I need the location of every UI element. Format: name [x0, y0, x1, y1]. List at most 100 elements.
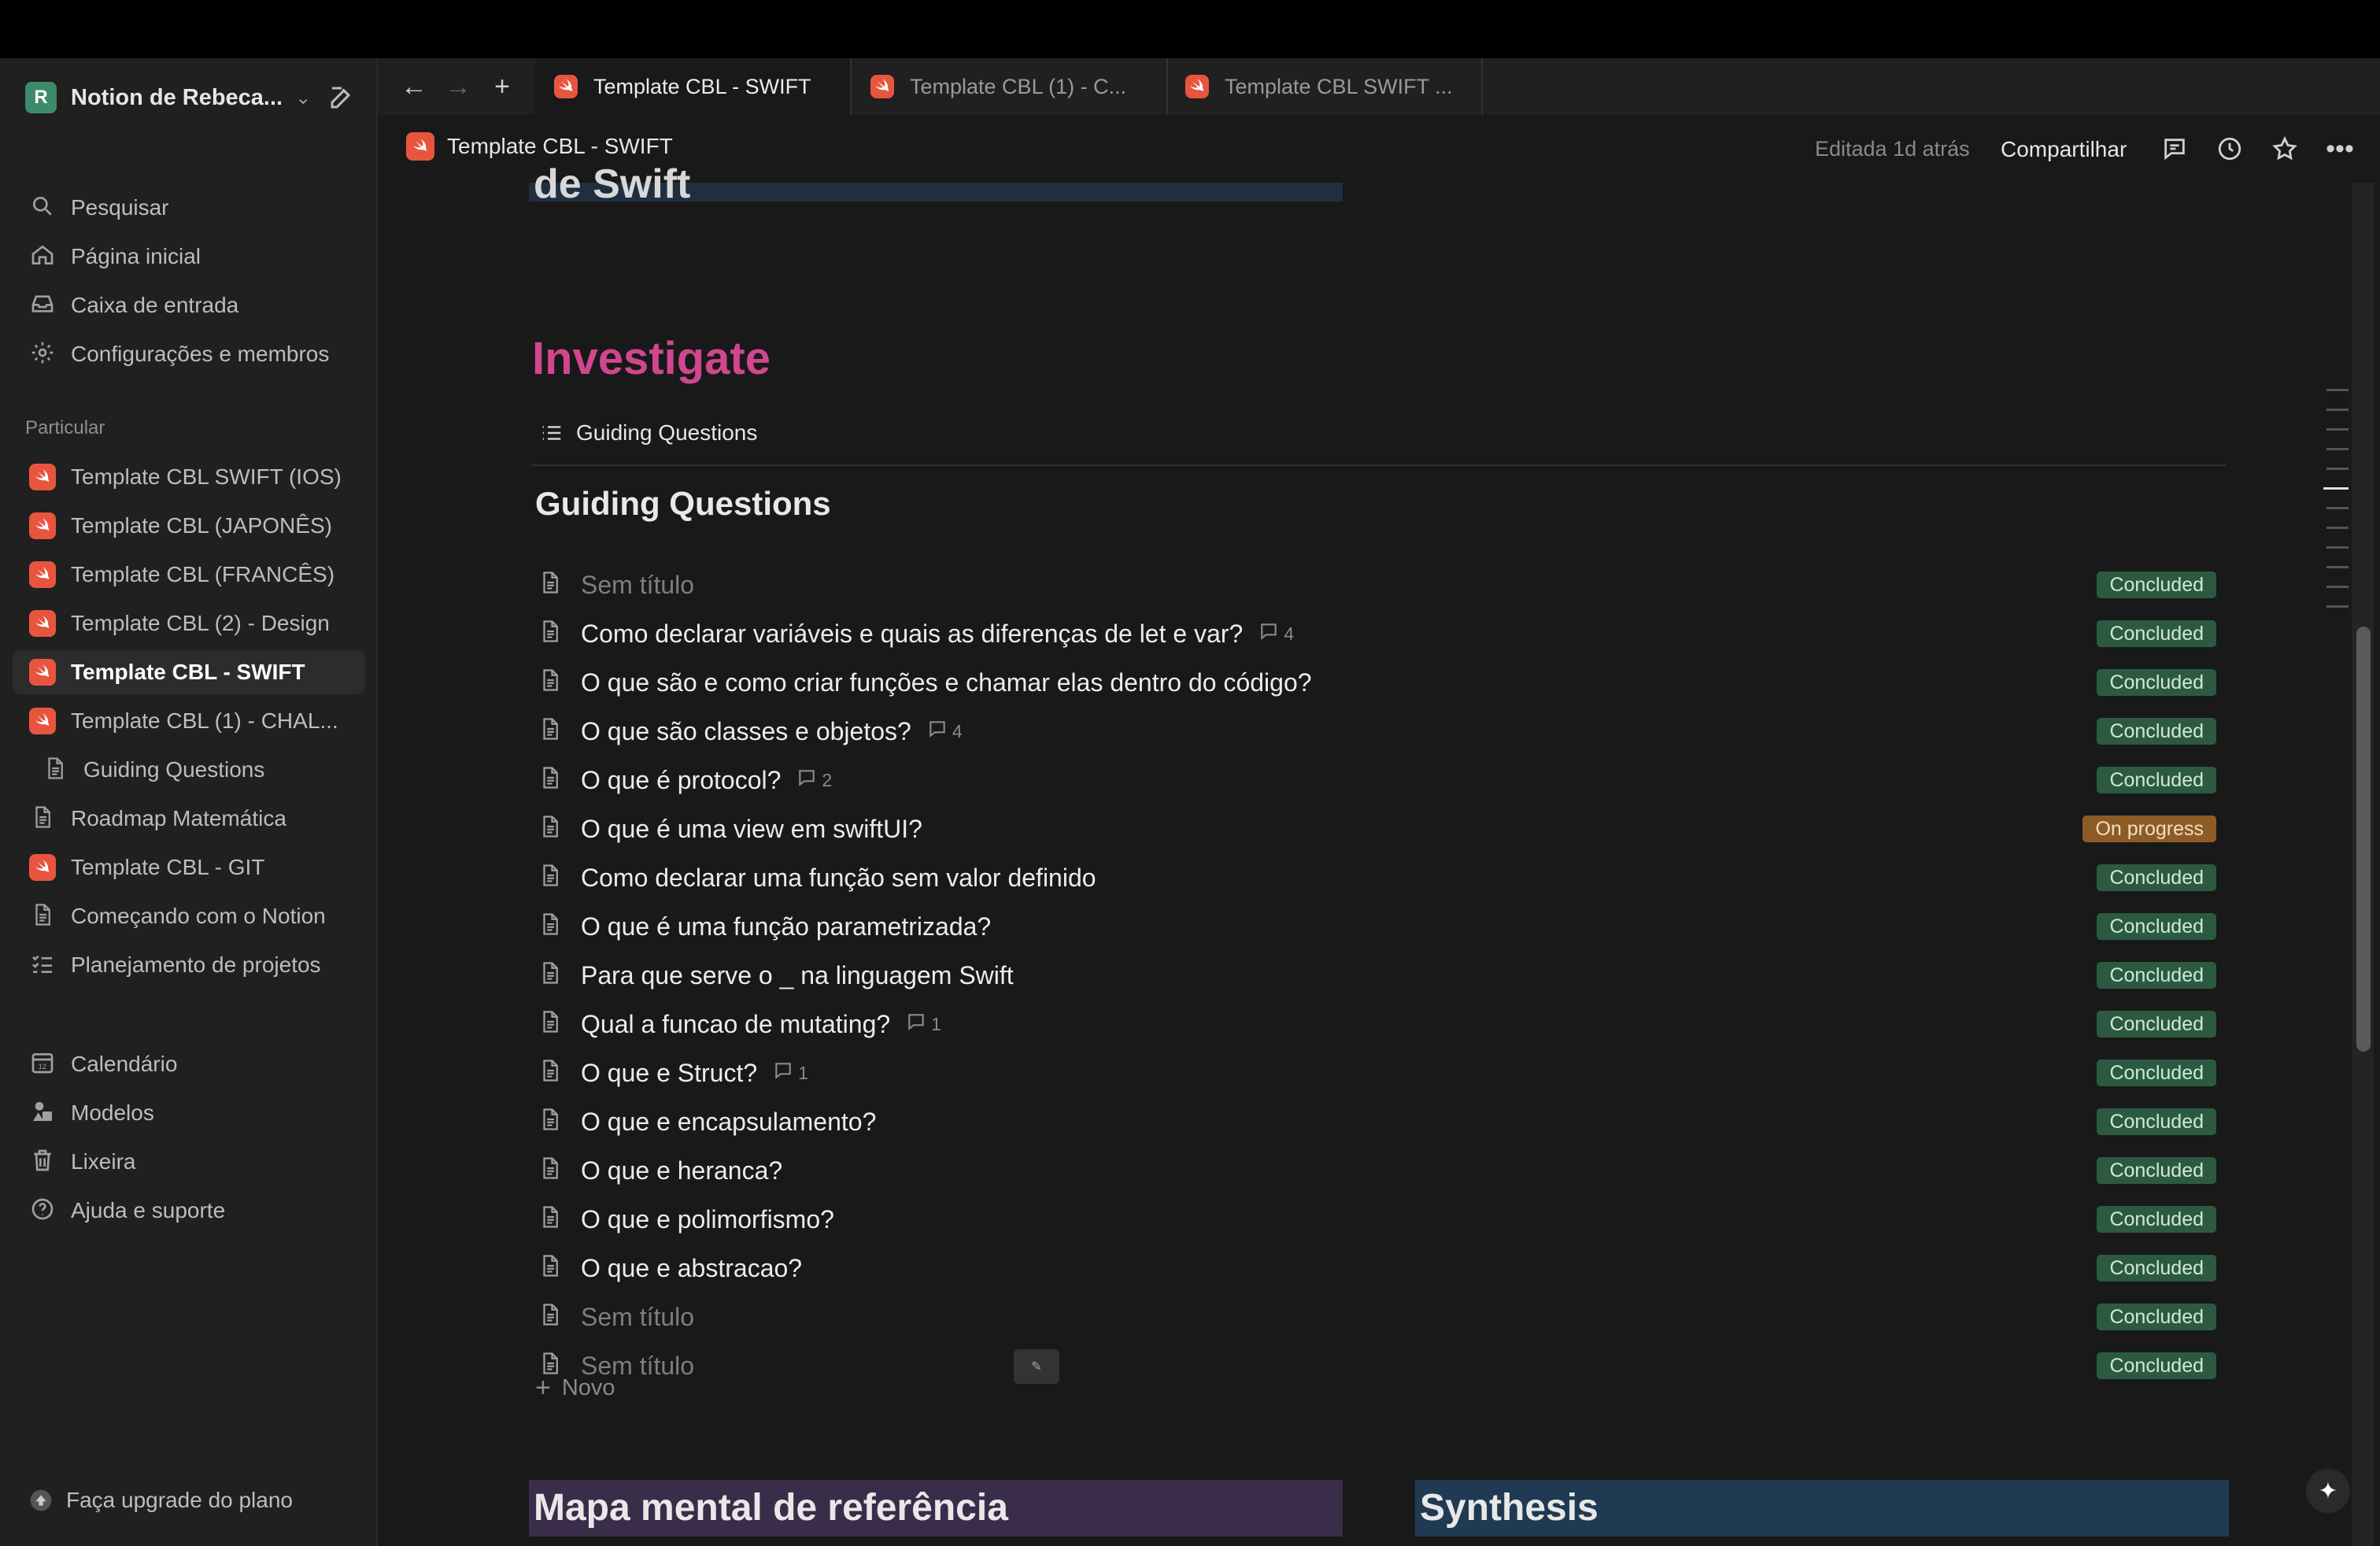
table-row[interactable]: Para que serve o _ na linguagem Swift Con…	[532, 951, 2216, 1000]
sidebar-item-caixa-de-entrada[interactable]: Caixa de entrada	[13, 283, 365, 327]
sidebar-item-template-cbl-2-design[interactable]: Template CBL (2) - Design	[13, 601, 365, 645]
status-badge[interactable]: Concluded	[2097, 718, 2216, 745]
history-clock-icon[interactable]	[2213, 132, 2246, 165]
more-options-icon[interactable]: •••	[2323, 132, 2356, 165]
table-row[interactable]: O que é protocol? 2 Concluded	[532, 756, 2216, 804]
page-outline-marker[interactable]	[2326, 527, 2349, 529]
sidebar-item-configuracoes-e-membros[interactable]: Configurações e membros	[13, 332, 365, 376]
database-view-tab[interactable]: Guiding Questions	[540, 420, 757, 446]
table-row[interactable]: O que e polimorfismo? Concluded	[532, 1195, 2216, 1244]
row-title[interactable]: Qual a funcao de mutating?	[581, 1010, 890, 1039]
sidebar-item-modelos[interactable]: Modelos	[13, 1091, 365, 1135]
row-title[interactable]: O que e encapsulamento?	[581, 1108, 876, 1137]
table-row[interactable]: O que são e como criar funções e chamar …	[532, 658, 2216, 707]
row-title[interactable]: O que é protocol?	[581, 766, 781, 795]
page-outline-marker[interactable]	[2326, 448, 2349, 450]
sidebar-item-template-cbl-1-chal[interactable]: Template CBL (1) - CHAL...	[13, 699, 365, 743]
row-title[interactable]: O que e polimorfismo?	[581, 1205, 834, 1234]
database-title[interactable]: Guiding Questions	[535, 485, 831, 523]
page-outline-marker[interactable]	[2326, 586, 2349, 588]
table-row[interactable]: O que e abstracao? Concluded	[532, 1244, 2216, 1293]
status-badge[interactable]: Concluded	[2097, 1060, 2216, 1086]
new-page-icon[interactable]	[327, 83, 356, 112]
chevron-down-icon[interactable]: ⌄	[295, 87, 311, 109]
page-outline-marker[interactable]	[2326, 507, 2349, 509]
status-badge[interactable]: Concluded	[2097, 1157, 2216, 1184]
page-outline-marker[interactable]	[2326, 566, 2349, 568]
ai-sparkle-icon[interactable]: ✦	[2306, 1469, 2350, 1513]
sidebar-item-pesquisar[interactable]: Pesquisar	[13, 186, 365, 230]
sidebar-item-planejamento-de-projetos[interactable]: Planejamento de projetos	[13, 943, 365, 987]
synthesis-heading-block[interactable]: Synthesis	[1415, 1480, 2229, 1537]
status-badge[interactable]: Concluded	[2097, 1108, 2216, 1135]
row-title[interactable]: O que são classes e objetos?	[581, 717, 911, 746]
comment-count[interactable]: 4	[927, 719, 963, 744]
sidebar-item-template-cbl-japones[interactable]: Template CBL (JAPONÊS)	[13, 504, 365, 548]
row-title[interactable]: Como declarar uma função sem valor defin…	[581, 864, 1096, 893]
table-row[interactable]: O que e heranca? Concluded	[532, 1146, 2216, 1195]
page-outline-marker[interactable]	[2326, 409, 2349, 411]
tab-template-cbl-swift[interactable]: Template CBL - SWIFT	[535, 58, 852, 115]
breadcrumb[interactable]: Template CBL - SWIFT	[406, 132, 673, 161]
status-badge[interactable]: Concluded	[2097, 571, 2216, 598]
page-outline-marker[interactable]	[2326, 389, 2349, 391]
sidebar-item-roadmap-matematica[interactable]: Roadmap Matemática	[13, 797, 365, 841]
row-title[interactable]: Sem título	[581, 1303, 694, 1332]
status-badge[interactable]: Concluded	[2097, 1304, 2216, 1330]
comments-icon[interactable]	[2158, 132, 2191, 165]
scrollbar-thumb[interactable]	[2356, 627, 2371, 1052]
row-title[interactable]: Como declarar variáveis e quais as difer…	[581, 620, 1243, 649]
status-badge[interactable]: Concluded	[2097, 669, 2216, 696]
row-title[interactable]: O que e abstracao?	[581, 1254, 802, 1283]
table-row[interactable]: O que e Struct? 1 Concluded	[532, 1049, 2216, 1097]
add-new-row-button[interactable]: + Novo	[535, 1373, 615, 1404]
forward-arrow-icon[interactable]: →	[442, 71, 474, 102]
status-badge[interactable]: Concluded	[2097, 962, 2216, 989]
table-row[interactable]: Como declarar uma função sem valor defin…	[532, 853, 2216, 902]
table-row[interactable]: O que é uma view em swiftUI? On progress	[532, 804, 2216, 853]
comment-count[interactable]: 1	[906, 1012, 941, 1037]
sidebar-item-template-cbl-frances[interactable]: Template CBL (FRANCÊS)	[13, 553, 365, 597]
table-row[interactable]: O que e encapsulamento? Concluded	[532, 1097, 2216, 1146]
back-arrow-icon[interactable]: ←	[398, 71, 430, 102]
share-button[interactable]: Compartilhar	[2001, 137, 2127, 162]
comment-count[interactable]: 1	[773, 1060, 808, 1086]
page-outline-marker[interactable]	[2323, 487, 2349, 490]
row-title[interactable]: O que e Struct?	[581, 1059, 757, 1088]
upgrade-plan-link[interactable]: Faça upgrade do plano	[25, 1485, 293, 1516]
sidebar-item-template-cbl-git[interactable]: Template CBL - GIT	[13, 845, 365, 890]
status-badge[interactable]: Concluded	[2097, 1352, 2216, 1379]
sidebar-item-calendario[interactable]: 12 Calendário	[13, 1042, 365, 1086]
tab-template-cbl-1-c[interactable]: Template CBL (1) - C...	[852, 58, 1168, 115]
table-row[interactable]: Sem título Concluded	[532, 560, 2216, 609]
status-badge[interactable]: Concluded	[2097, 913, 2216, 940]
table-row[interactable]: O que são classes e objetos? 4 Concluded	[532, 707, 2216, 756]
status-badge[interactable]: Concluded	[2097, 1206, 2216, 1233]
page-outline-marker[interactable]	[2326, 468, 2349, 470]
table-row[interactable]: Sem título Concluded	[532, 1293, 2216, 1341]
status-badge[interactable]: Concluded	[2097, 864, 2216, 891]
row-title[interactable]: O que são e como criar funções e chamar …	[581, 668, 1312, 697]
sidebar-item-lixeira[interactable]: Lixeira	[13, 1140, 365, 1184]
status-badge[interactable]: Concluded	[2097, 620, 2216, 647]
workspace-switcher[interactable]: R Notion de Rebeca... ⌄	[25, 76, 356, 120]
mind-map-heading-block[interactable]: Mapa mental de referência	[529, 1480, 1343, 1537]
sidebar-item-template-cbl-swift[interactable]: Template CBL - SWIFT	[13, 650, 365, 694]
page-outline-marker[interactable]	[2326, 605, 2349, 608]
table-row[interactable]: Como declarar variáveis e quais as difer…	[532, 609, 2216, 658]
table-row[interactable]: O que é uma função parametrizada? Conclud…	[532, 902, 2216, 951]
edit-pencil-icon[interactable]: ✎	[1014, 1349, 1059, 1384]
sidebar-item-pagina-inicial[interactable]: Página inicial	[13, 235, 365, 279]
status-badge[interactable]: Concluded	[2097, 1255, 2216, 1282]
row-title[interactable]: O que é uma view em swiftUI?	[581, 815, 922, 844]
sidebar-item-ajuda-e-suporte[interactable]: Ajuda e suporte	[13, 1189, 365, 1233]
page-outline-marker[interactable]	[2326, 428, 2349, 431]
status-badge[interactable]: Concluded	[2097, 1011, 2216, 1037]
star-favorite-icon[interactable]	[2268, 132, 2301, 165]
status-badge[interactable]: Concluded	[2097, 767, 2216, 793]
page-outline-marker[interactable]	[2326, 546, 2349, 549]
sidebar-item-comecando-com-o-notion[interactable]: Começando com o Notion	[13, 894, 365, 938]
row-title[interactable]: Para que serve o _ na linguagem Swift	[581, 961, 1014, 990]
row-title[interactable]: O que e heranca?	[581, 1156, 782, 1185]
tab-template-cbl-swift[interactable]: Template CBL SWIFT ...	[1166, 58, 1483, 115]
